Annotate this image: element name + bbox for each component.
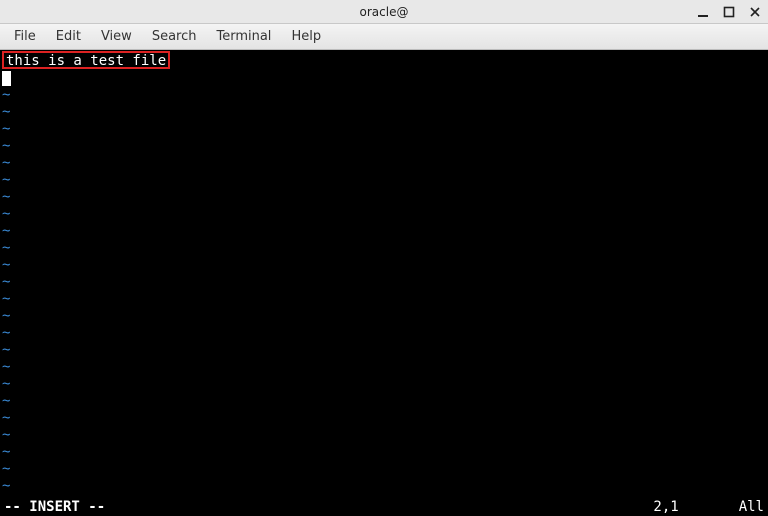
close-icon[interactable]	[746, 3, 764, 21]
tilde-line: ~	[2, 461, 766, 478]
editor-line-1-text: this is a test file	[2, 51, 170, 69]
tilde-line: ~	[2, 393, 766, 410]
tilde-line: ~	[2, 138, 766, 155]
menu-view[interactable]: View	[91, 26, 142, 47]
tilde-lines: ~~~~~~~~~~~~~~~~~~~~~~~~~	[2, 87, 766, 512]
vim-statusbar: -- INSERT -- 2,1 All	[0, 498, 768, 516]
window-controls	[694, 0, 764, 24]
window-title: oracle@	[360, 5, 409, 19]
tilde-line: ~	[2, 427, 766, 444]
minimize-icon[interactable]	[694, 3, 712, 21]
tilde-line: ~	[2, 104, 766, 121]
menu-terminal[interactable]: Terminal	[206, 26, 281, 47]
tilde-line: ~	[2, 155, 766, 172]
tilde-line: ~	[2, 291, 766, 308]
vim-mode: -- INSERT --	[4, 499, 105, 516]
tilde-line: ~	[2, 376, 766, 393]
tilde-line: ~	[2, 444, 766, 461]
menu-edit[interactable]: Edit	[46, 26, 91, 47]
tilde-line: ~	[2, 359, 766, 376]
tilde-line: ~	[2, 478, 766, 495]
tilde-line: ~	[2, 121, 766, 138]
tilde-line: ~	[2, 410, 766, 427]
tilde-line: ~	[2, 206, 766, 223]
tilde-line: ~	[2, 189, 766, 206]
tilde-line: ~	[2, 87, 766, 104]
tilde-line: ~	[2, 240, 766, 257]
menu-search[interactable]: Search	[142, 26, 207, 47]
tilde-line: ~	[2, 257, 766, 274]
editor-line-1: this is a test file	[2, 51, 766, 70]
cursor-block-icon	[2, 71, 11, 86]
tilde-line: ~	[2, 274, 766, 291]
tilde-line: ~	[2, 342, 766, 359]
menu-help[interactable]: Help	[281, 26, 331, 47]
terminal-content: this is a test file ~~~~~~~~~~~~~~~~~~~~…	[0, 50, 768, 512]
tilde-line: ~	[2, 325, 766, 342]
window-titlebar: oracle@	[0, 0, 768, 24]
maximize-icon[interactable]	[720, 3, 738, 21]
vim-viewpercent: All	[739, 499, 764, 516]
menu-file[interactable]: File	[4, 26, 46, 47]
tilde-line: ~	[2, 172, 766, 189]
terminal-area[interactable]: this is a test file ~~~~~~~~~~~~~~~~~~~~…	[0, 50, 768, 516]
editor-line-2	[2, 70, 766, 87]
tilde-line: ~	[2, 223, 766, 240]
vim-position: 2,1	[653, 499, 678, 516]
tilde-line: ~	[2, 308, 766, 325]
menubar: File Edit View Search Terminal Help	[0, 24, 768, 50]
